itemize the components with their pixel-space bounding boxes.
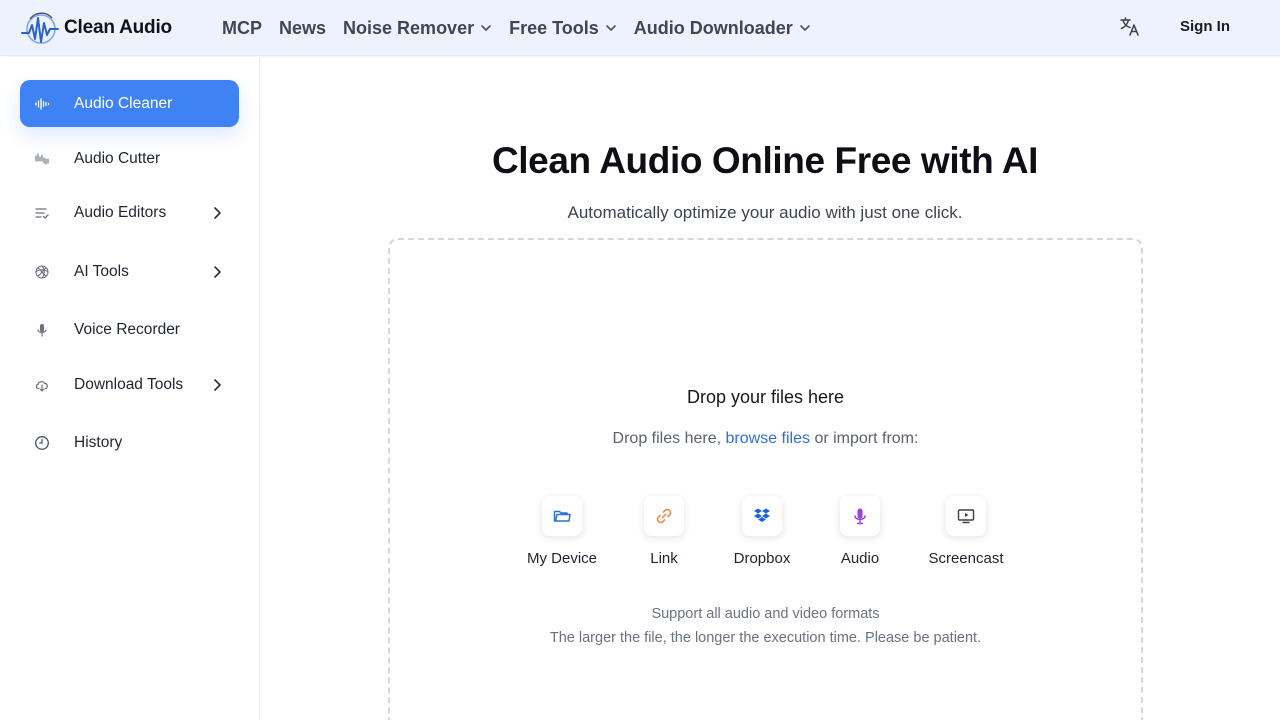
sidebar-item-voice-recorder[interactable]: Voice Recorder <box>20 306 239 353</box>
import-my-device-button[interactable]: My Device <box>512 496 612 576</box>
sidebar-item-ai-tools[interactable]: AI Tools <box>20 248 239 295</box>
main-nav: MCP News Noise Remover Free Tools Audio … <box>222 0 828 56</box>
clean-audio-logo-icon <box>21 12 59 44</box>
nav-free-tools-label: Free Tools <box>509 17 599 38</box>
sidebar-item-label: Audio Editors <box>74 203 167 221</box>
microphone-icon <box>37 323 47 337</box>
sign-in-button[interactable]: Sign In <box>1164 10 1246 42</box>
sidebar-item-audio-cutter[interactable]: Audio Cutter <box>20 135 239 182</box>
chevron-down-icon <box>799 25 810 31</box>
import-source-label: My Device <box>526 550 597 567</box>
ai-spiral-icon <box>35 264 49 279</box>
import-source-icon-box <box>644 496 684 536</box>
translate-icon[interactable] <box>1119 15 1141 37</box>
sidebar-item-history[interactable]: History <box>20 419 239 466</box>
nav-news-label: News <box>279 17 327 38</box>
chevron-right-icon <box>214 265 221 278</box>
sidebar-item-download-tools[interactable]: Download Tools <box>20 361 239 408</box>
clock-icon <box>35 435 49 450</box>
screencast-icon <box>957 509 975 524</box>
nav-news[interactable]: News <box>279 18 326 39</box>
chevron-right-icon <box>214 378 221 391</box>
playlist-edit-icon <box>35 207 49 219</box>
sidebar-item-audio-cleaner[interactable]: Audio Cleaner <box>20 80 239 127</box>
sidebar-item-label: Audio Cutter <box>74 149 161 167</box>
import-source-icon-box <box>840 496 880 536</box>
import-source-icon-box <box>542 496 582 536</box>
import-source-label: Dropbox <box>733 550 791 567</box>
import-source-icon-box <box>742 496 782 536</box>
import-audio-button[interactable]: Audio <box>810 496 910 576</box>
folder-icon <box>553 510 571 522</box>
logo-text: Clean Audio <box>64 17 172 38</box>
nav-free-tools[interactable]: Free Tools <box>509 18 617 39</box>
nav-noise-remover[interactable]: Noise Remover <box>343 18 492 39</box>
file-drop-zone[interactable]: Drop your files here Drop files here, br… <box>388 238 1143 720</box>
import-source-label: Audio <box>840 550 880 567</box>
import-dropbox-button[interactable]: Dropbox <box>712 496 812 576</box>
sidebar-item-label: Audio Cleaner <box>74 94 173 112</box>
import-link-button[interactable]: Link <box>614 496 714 576</box>
browse-files-link[interactable]: browse files <box>726 430 810 447</box>
import-source-label: Screencast <box>928 550 1004 567</box>
chevron-down-icon <box>605 25 616 31</box>
page-subtitle: Automatically optimize your audio with j… <box>567 203 963 222</box>
nav-mcp-label: MCP <box>222 17 262 38</box>
processing-time-note: The larger the file, the longer the exec… <box>549 630 982 646</box>
import-source-icon-box <box>946 496 986 536</box>
sidebar-item-label: AI Tools <box>74 262 129 280</box>
nav-mcp[interactable]: MCP <box>222 18 262 39</box>
waveform-icon <box>35 97 50 110</box>
nav-audio-downloader-label: Audio Downloader <box>633 17 793 38</box>
microphone-icon <box>854 508 866 525</box>
link-icon <box>656 508 672 524</box>
sidebar-item-label: Voice Recorder <box>74 320 180 338</box>
cloud-download-icon <box>35 380 48 392</box>
sidebar-item-audio-editors[interactable]: Audio Editors <box>20 189 239 236</box>
sidebar-item-label: Download Tools <box>74 375 184 393</box>
sidebar: Audio Cleaner Audio Cutter Audio Editors <box>0 57 260 720</box>
drop-prompt-before: Drop files here, <box>612 430 722 447</box>
drop-zone-prompt: Drop files here, browse files or import … <box>390 430 1141 448</box>
audio-bars-icon <box>35 152 49 165</box>
chevron-down-icon <box>481 25 491 31</box>
top-navigation-bar: Clean Audio MCP News Noise Remover Free … <box>0 0 1280 56</box>
import-screencast-button[interactable]: Screencast <box>916 496 1016 576</box>
logo-link[interactable]: Clean Audio <box>18 9 172 47</box>
drop-prompt-after: or import from: <box>814 430 919 447</box>
dropbox-icon <box>754 508 770 522</box>
supported-formats-note: Support all audio and video formats <box>651 606 880 622</box>
import-source-label: Link <box>650 550 678 567</box>
nav-audio-downloader[interactable]: Audio Downloader <box>634 18 811 39</box>
chevron-right-icon <box>214 206 221 219</box>
nav-noise-remover-label: Noise Remover <box>343 17 475 38</box>
sidebar-item-label: History <box>74 433 123 451</box>
page-title: Clean Audio Online Free with AI <box>491 140 1039 181</box>
drop-zone-title: Drop your files here <box>686 387 845 407</box>
